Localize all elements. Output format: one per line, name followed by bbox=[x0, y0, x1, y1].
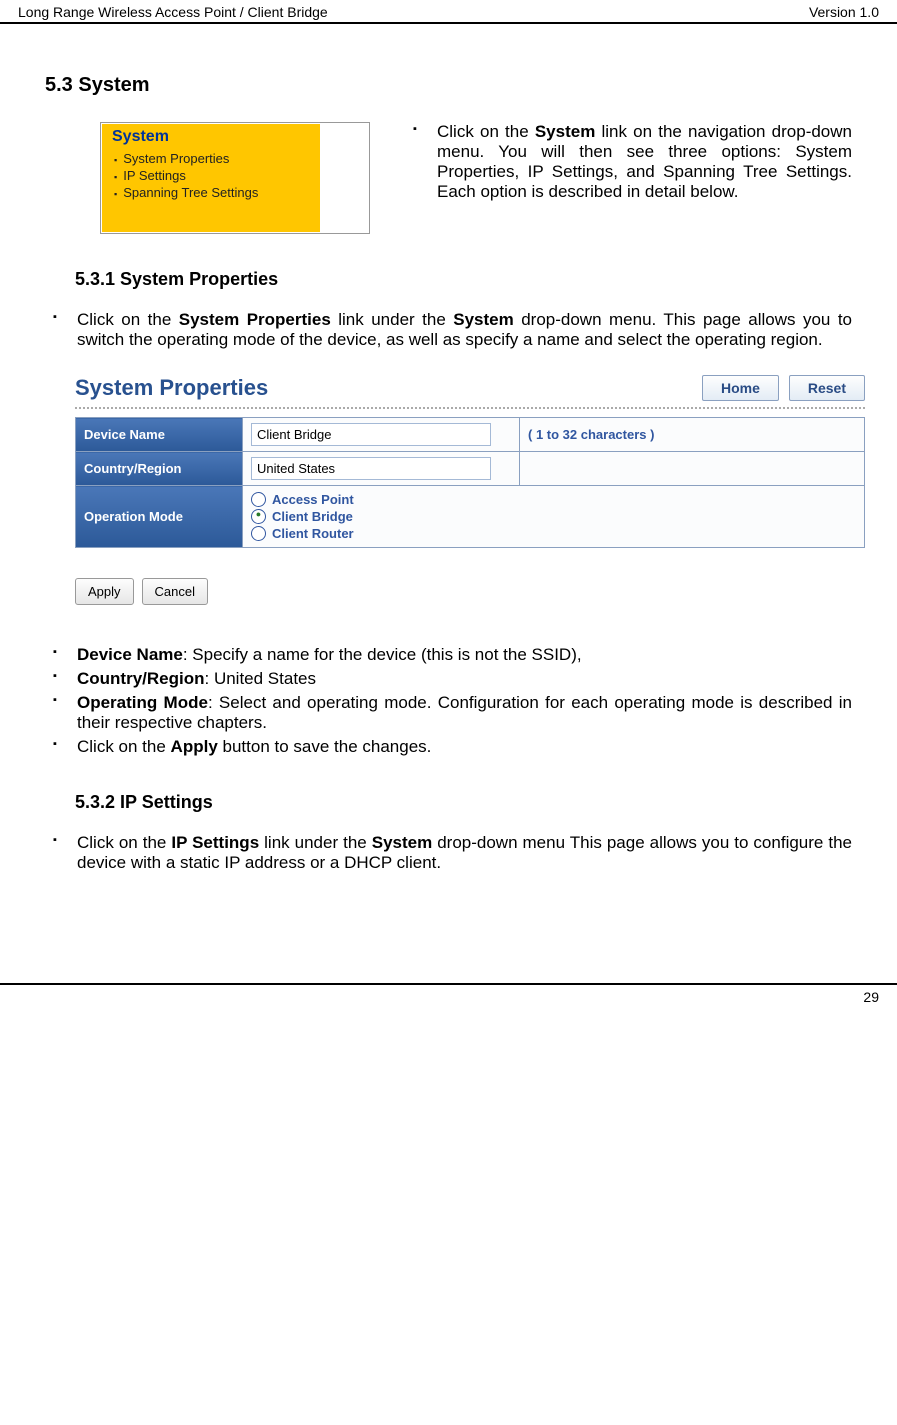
system-nav-item: System Properties bbox=[114, 150, 316, 167]
page-header: Long Range Wireless Access Point / Clien… bbox=[0, 0, 897, 24]
system-intro-text: Click on the System link on the navigati… bbox=[405, 122, 852, 206]
opmode-cell: Access Point Client Bridge Client Router bbox=[243, 486, 865, 548]
field-descriptions: Device Name: Specify a name for the devi… bbox=[45, 645, 852, 757]
radio-icon bbox=[251, 492, 266, 507]
system-properties-screenshot: System Properties Home Reset Device Name… bbox=[75, 375, 865, 605]
home-button[interactable]: Home bbox=[702, 375, 779, 401]
apply-button[interactable]: Apply bbox=[75, 578, 134, 605]
device-name-cell bbox=[243, 418, 520, 452]
page-footer: 29 bbox=[0, 983, 897, 1009]
system-nav-item: Spanning Tree Settings bbox=[114, 184, 316, 201]
device-name-input[interactable] bbox=[251, 423, 491, 446]
section-title: 5.3 System bbox=[45, 74, 852, 97]
ip-settings-text: Click on the IP Settings link under the … bbox=[45, 833, 852, 873]
reset-button[interactable]: Reset bbox=[789, 375, 865, 401]
device-name-hint: ( 1 to 32 characters ) bbox=[520, 418, 865, 452]
opmode-option[interactable]: Client Router bbox=[251, 525, 856, 542]
opmode-option[interactable]: Access Point bbox=[251, 491, 856, 508]
radio-icon bbox=[251, 509, 266, 524]
page-content: 5.3 System System System Properties IP S… bbox=[0, 74, 897, 873]
cancel-button[interactable]: Cancel bbox=[142, 578, 208, 605]
subsection-title: 5.3.2 IP Settings bbox=[75, 792, 852, 813]
system-nav-item: IP Settings bbox=[114, 167, 316, 184]
opmode-option[interactable]: Client Bridge bbox=[251, 508, 856, 525]
panel-title: System Properties bbox=[75, 375, 268, 401]
country-label: Country/Region bbox=[76, 452, 243, 486]
radio-icon bbox=[251, 526, 266, 541]
system-intro-row: System System Properties IP Settings Spa… bbox=[45, 122, 852, 234]
page-number: 29 bbox=[863, 989, 879, 1005]
header-left: Long Range Wireless Access Point / Clien… bbox=[18, 4, 328, 20]
subsection-title: 5.3.1 System Properties bbox=[75, 269, 852, 290]
opmode-label: Operation Mode bbox=[76, 486, 243, 548]
device-name-label: Device Name bbox=[76, 418, 243, 452]
system-properties-text: Click on the System Properties link unde… bbox=[45, 310, 852, 350]
system-nav-title: System bbox=[112, 128, 310, 146]
country-cell bbox=[243, 452, 520, 486]
system-nav-screenshot: System System Properties IP Settings Spa… bbox=[100, 122, 370, 234]
country-input[interactable] bbox=[251, 457, 491, 480]
header-right: Version 1.0 bbox=[809, 4, 879, 20]
